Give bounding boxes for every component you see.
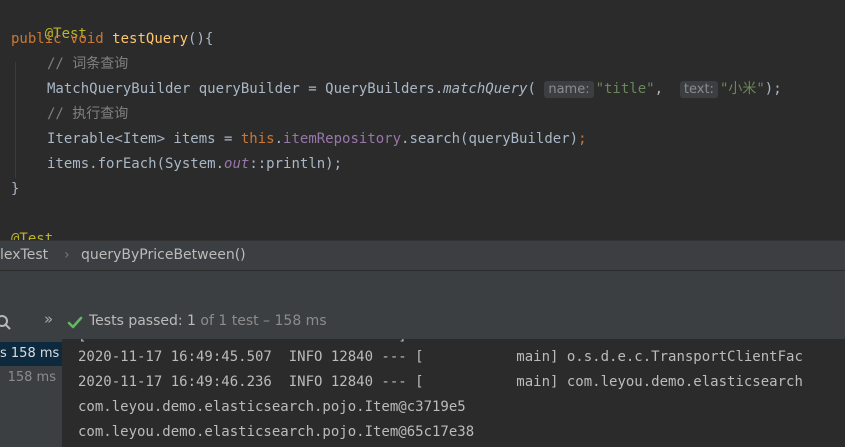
more-chevron-icon[interactable]: » (44, 310, 53, 328)
breadcrumb-method[interactable]: queryByPriceBetween() (81, 247, 246, 263)
check-icon (67, 316, 83, 329)
code-line-close-brace: } (11, 181, 20, 197)
code-line-foreach: items.forEach(System.out::println); (47, 156, 343, 172)
breadcrumb: lexTest › queryByPriceBetween() (0, 240, 845, 271)
code-line-annotation: @Test (44, 26, 87, 42)
console-line: com.leyou.demo.elasticsearch.pojo.Item@c… (78, 399, 466, 415)
code-line-next-annotation: @Test (11, 231, 54, 240)
code-line-signature: public void testQuery(){ (11, 31, 214, 47)
console-line: 2020-11-17 16:49:45.507 INFO 12840 --- [… (78, 349, 803, 365)
test-tree: s 158 ms 158 ms (0, 339, 62, 447)
breadcrumb-class[interactable]: lexTest (0, 247, 48, 263)
console-line: com.leyou.demo.elasticsearch.pojo.Item@6… (78, 424, 475, 440)
code-line-match-query: MatchQueryBuilder queryBuilder = QueryBu… (47, 81, 782, 98)
param-hint-text: text: (679, 81, 718, 98)
test-tree-row[interactable]: 158 ms (0, 366, 62, 390)
test-result-summary: Tests passed: 1 of 1 test – 158 ms (89, 313, 327, 329)
test-status-bar: » Tests passed: 1 of 1 test – 158 ms (0, 305, 845, 339)
test-tree-row-selected[interactable]: s 158 ms (0, 342, 62, 366)
console-line: 2020-11-17 16:49:46.236 INFO 12840 --- [… (78, 374, 803, 390)
code-editor[interactable]: @Test public void testQuery(){ // 词条查询 M… (0, 0, 845, 240)
run-toolwindow-header (0, 270, 845, 306)
code-line-comment-2: // 执行查询 (47, 106, 129, 122)
code-line-comment-1: // 词条查询 (47, 56, 129, 72)
code-line-search: Iterable<Item> items = this.itemReposito… (47, 131, 587, 147)
console-output[interactable]: [ ] 2020-11-17 16:49:45.507 INFO 12840 -… (62, 339, 845, 447)
param-hint-name: name: (544, 81, 594, 98)
breadcrumb-separator: › (64, 247, 70, 263)
search-icon[interactable] (0, 314, 12, 332)
